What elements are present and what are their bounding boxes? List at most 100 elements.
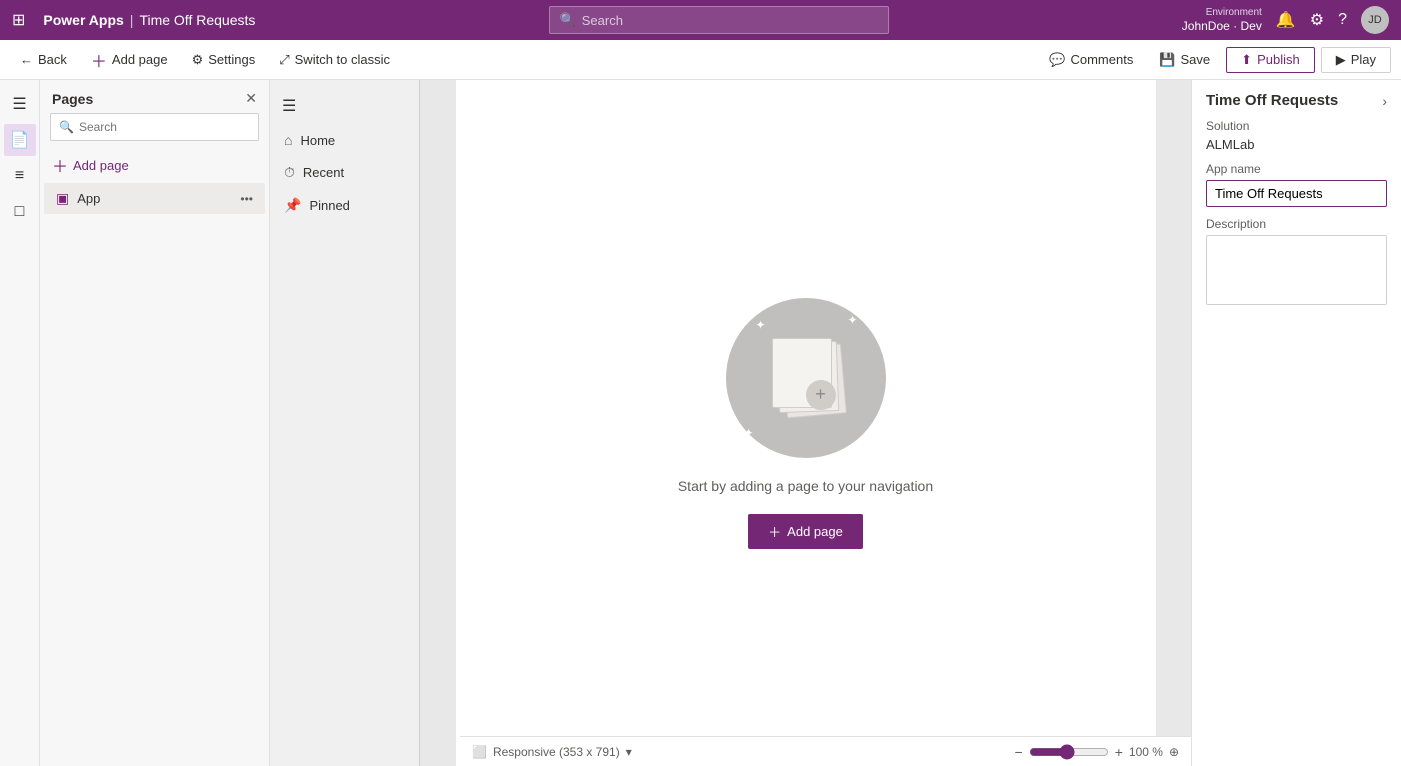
solution-label: Solution: [1206, 119, 1387, 133]
responsive-chevron[interactable]: ▾: [626, 745, 632, 759]
gear-icon: ⚙: [192, 52, 204, 68]
back-icon: ←: [20, 52, 33, 67]
nav-hamburger-icon[interactable]: ☰: [270, 88, 419, 124]
zoom-minus-button[interactable]: −: [1015, 744, 1023, 760]
save-icon: 💾: [1159, 52, 1175, 68]
responsive-icon: ⬜: [472, 745, 487, 759]
switch-classic-button[interactable]: ⤢ Switch to classic: [269, 48, 400, 72]
comments-button[interactable]: 💬 Comments: [1039, 48, 1143, 72]
sidebar-pages-icon[interactable]: 📄: [4, 124, 36, 156]
app-name-field: App name: [1206, 162, 1387, 207]
toolbar-right: 💬 Comments 💾 Save ⬆ Publish ▶ Play: [1039, 47, 1391, 73]
global-search-input[interactable]: [582, 13, 878, 28]
brand: Power Apps | Time Off Requests: [43, 12, 255, 28]
back-label: Back: [38, 52, 67, 67]
right-panel-chevron-icon[interactable]: ›: [1382, 93, 1387, 109]
play-icon: ▶: [1336, 52, 1346, 68]
canvas-empty-text: Start by adding a page to your navigatio…: [678, 478, 933, 494]
play-label: Play: [1351, 52, 1376, 67]
app-name-input[interactable]: [1206, 180, 1387, 207]
right-panel-header: Time Off Requests ›: [1206, 92, 1387, 109]
canvas-content: ✦ ✦ ✦ + Start by adding a page to your n…: [456, 80, 1156, 766]
add-circle-icon: +: [806, 380, 836, 410]
canvas-add-label: Add page: [787, 524, 843, 539]
solution-value: ALMLab: [1206, 137, 1387, 152]
add-page-panel-button[interactable]: ＋ Add page: [40, 147, 269, 183]
global-search-box[interactable]: 🔍: [549, 6, 889, 34]
description-field: Description: [1206, 217, 1387, 305]
nav-item-pinned[interactable]: 📌 Pinned: [270, 189, 419, 222]
nav-recent-label: Recent: [303, 165, 344, 180]
page-item-app[interactable]: ▣ App •••: [44, 183, 265, 214]
description-label: Description: [1206, 217, 1387, 231]
pages-close-button[interactable]: ✕: [245, 90, 257, 107]
canvas-add-icon: ＋: [768, 522, 781, 541]
description-textarea[interactable]: [1206, 235, 1387, 305]
nav-item-home[interactable]: ⌂ Home: [270, 124, 419, 156]
top-bar-right: Environment JohnDoe · Dev 🔔 ⚙ ? JD: [1182, 6, 1389, 35]
add-page-button[interactable]: ＋ Add page: [81, 44, 178, 76]
page-stack: +: [766, 338, 846, 418]
top-bar: ⊞ Power Apps | Time Off Requests 🔍 Envir…: [0, 0, 1401, 40]
settings-button[interactable]: ⚙ Settings: [182, 48, 266, 72]
settings-label: Settings: [208, 52, 255, 67]
sparkle-top-left: ✦: [756, 318, 766, 332]
nav-home-label: Home: [300, 133, 335, 148]
toolbar: ← Back ＋ Add page ⚙ Settings ⤢ Switch to…: [0, 40, 1401, 80]
page-item-more-button[interactable]: •••: [240, 192, 253, 206]
publish-icon: ⬆: [1241, 52, 1252, 68]
env-name: JohnDoe · Dev: [1182, 19, 1262, 35]
zoom-percent-label: 100 %: [1129, 745, 1163, 759]
page-item-icon: ▣: [56, 190, 69, 207]
save-label: Save: [1181, 52, 1211, 67]
top-search-area: 🔍: [263, 6, 1173, 34]
app-name-label: App name: [1206, 162, 1387, 176]
canvas-area: ✦ ✦ ✦ + Start by adding a page to your n…: [420, 80, 1191, 766]
sparkle-top-right: ✦: [847, 313, 857, 327]
add-icon: ＋: [91, 48, 107, 72]
pages-search-box[interactable]: 🔍: [50, 113, 259, 141]
help-icon[interactable]: ?: [1338, 11, 1347, 29]
add-page-label: Add page: [112, 52, 168, 67]
bottom-bar: ⬜ Responsive (353 x 791) ▾ − + 100 % ⊕: [460, 736, 1191, 766]
brand-app-label: Time Off Requests: [139, 12, 255, 28]
sidebar-icons: ☰ 📄 ≡ □: [0, 80, 40, 766]
sparkle-bottom-left: ✦: [744, 426, 754, 440]
publish-button[interactable]: ⬆ Publish: [1226, 47, 1315, 73]
zoom-slider[interactable]: [1029, 744, 1109, 760]
zoom-plus-button[interactable]: +: [1115, 744, 1123, 760]
page-item-label: App: [77, 191, 232, 206]
zoom-control: − + 100 % ⊕: [1015, 744, 1179, 760]
switch-icon: ⤢: [279, 52, 289, 68]
add-page-illustration: ✦ ✦ ✦ +: [726, 298, 886, 458]
home-icon: ⌂: [284, 132, 292, 148]
zoom-fit-icon[interactable]: ⊕: [1169, 745, 1179, 759]
back-button[interactable]: ← Back: [10, 48, 77, 71]
responsive-label: Responsive (353 x 791): [493, 745, 620, 759]
sidebar-data-icon[interactable]: □: [4, 196, 36, 228]
right-panel-title: Time Off Requests: [1206, 92, 1338, 109]
brand-separator: |: [130, 12, 134, 28]
pages-header: Pages ✕: [40, 80, 269, 113]
avatar[interactable]: JD: [1361, 6, 1389, 34]
sidebar-tree-icon[interactable]: ≡: [4, 160, 36, 192]
solution-field: Solution ALMLab: [1206, 119, 1387, 152]
main-layout: ☰ 📄 ≡ □ Pages ✕ 🔍 ＋ Add page ▣ App ••• ☰…: [0, 80, 1401, 766]
notification-icon[interactable]: 🔔: [1276, 10, 1296, 30]
publish-label: Publish: [1257, 52, 1300, 67]
save-button[interactable]: 💾 Save: [1149, 48, 1220, 72]
recent-icon: ⏱: [284, 164, 295, 181]
canvas-add-page-button[interactable]: ＋ Add page: [748, 514, 863, 549]
nav-preview-panel: ☰ ⌂ Home ⏱ Recent 📌 Pinned: [270, 80, 420, 766]
pages-title: Pages: [52, 91, 93, 107]
play-button[interactable]: ▶ Play: [1321, 47, 1391, 73]
pages-search-input[interactable]: [79, 120, 250, 134]
brand-power-label: Power Apps: [43, 12, 123, 28]
search-icon: 🔍: [560, 12, 576, 28]
waffle-icon[interactable]: ⊞: [12, 10, 25, 30]
settings-icon[interactable]: ⚙: [1310, 10, 1324, 30]
sidebar-menu-icon[interactable]: ☰: [4, 88, 36, 120]
comments-icon: 💬: [1049, 52, 1065, 68]
nav-item-recent[interactable]: ⏱ Recent: [270, 156, 419, 189]
env-label: Environment: [1206, 6, 1262, 19]
